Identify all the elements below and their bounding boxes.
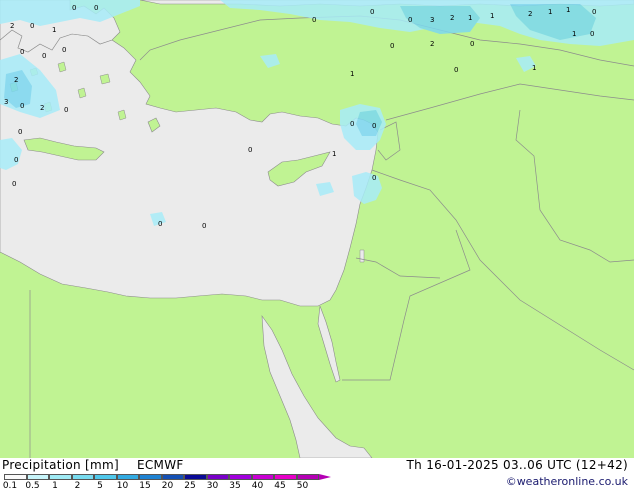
colorbar-segment <box>94 474 117 480</box>
precip-value-label: 1 <box>468 14 472 22</box>
map-canvas: 0 2 0 0 1 0 0 0 3 2 1 0 1 2 1 1 0 0 2 0 0 1 0 1 1 2 0 2 3 0 0 0 0 0 1 0 0 0 0 0… <box>0 0 634 458</box>
precip-value-label: 1 <box>566 6 570 14</box>
precip-value-label: 0 <box>64 106 68 114</box>
precip-value-label: 0 <box>18 128 22 136</box>
precip-value-label: 0 <box>14 156 18 164</box>
precip-value-label: 0 <box>372 174 376 182</box>
forecast-datetime: Th 16-01-2025 03..06 UTC (12+42) <box>406 458 628 472</box>
colorbar-arrow <box>319 474 331 480</box>
precip-value-label: 1 <box>332 150 336 158</box>
precip-value-label: 0 <box>30 22 34 30</box>
precip-value-label: 2 <box>450 14 454 22</box>
colorbar-segment <box>296 474 319 480</box>
precip-value-label: 0 <box>158 220 162 228</box>
credit-link[interactable]: ©weatheronline.co.uk <box>506 475 628 488</box>
precip-value-label: 0 <box>470 40 474 48</box>
precip-value-label: 0 <box>42 52 46 60</box>
precip-value-label: 2 <box>40 104 44 112</box>
precip-value-label: 0 <box>408 16 412 24</box>
precip-value-label: 0 <box>370 8 374 16</box>
precip-value-label: 0 <box>248 146 252 154</box>
dead-sea <box>359 249 365 263</box>
precip-value-label: 0 <box>20 102 24 110</box>
colorbar-segment <box>251 474 274 480</box>
colorbar-segment <box>274 474 297 480</box>
precip-value-label: 3 <box>430 16 434 24</box>
precip-value-label: 0 <box>94 4 98 12</box>
precip-value-label: 2 <box>14 76 18 84</box>
precip-value-label: 0 <box>590 30 594 38</box>
precip-value-label: 1 <box>490 12 494 20</box>
colorbar-segment <box>26 474 49 480</box>
precip-value-label: 1 <box>572 30 576 38</box>
colorbar-segment <box>161 474 184 480</box>
precip-value-label: 0 <box>390 42 394 50</box>
precip-value-label: 1 <box>52 26 56 34</box>
colorbar-segment <box>116 474 139 480</box>
precip-value-label: 0 <box>20 48 24 56</box>
colorbar-segment <box>4 474 27 480</box>
colorbar-segment <box>184 474 207 480</box>
precip-value-label: 2 <box>10 22 14 30</box>
map-footer: Precipitation [mm] ECMWF Th 16-01-2025 0… <box>0 458 634 491</box>
precip-value-label: 0 <box>62 46 66 54</box>
precip-value-label: 1 <box>350 70 354 78</box>
colorbar-segment <box>229 474 252 480</box>
colorbar-segment <box>139 474 162 480</box>
precip-value-label: 2 <box>430 40 434 48</box>
model-name: ECMWF <box>137 458 184 472</box>
colorbar-segment <box>49 474 72 480</box>
precip-value-label: 3 <box>4 98 8 106</box>
precip-value-label: 2 <box>528 10 532 18</box>
colorbar-segment <box>71 474 94 480</box>
precip-value-label: 0 <box>202 222 206 230</box>
precip-value-label: 0 <box>372 122 376 130</box>
weather-map-page: 0 2 0 0 1 0 0 0 3 2 1 0 1 2 1 1 0 0 2 0 0 1 0 1 1 2 0 2 3 0 0 0 0 0 1 0 0 0 0 0… <box>0 0 634 491</box>
colorbar-segment <box>206 474 229 480</box>
precip-value-label: 0 <box>12 180 16 188</box>
precipitation-map[interactable]: 0 2 0 0 1 0 0 0 3 2 1 0 1 2 1 1 0 0 2 0 0 1 0 1 1 2 0 2 3 0 0 0 0 0 1 0 0 0 0 0… <box>0 0 634 458</box>
precip-value-label: 0 <box>350 120 354 128</box>
precip-value-label: 1 <box>548 8 552 16</box>
map-title: Precipitation [mm] <box>2 458 119 472</box>
precip-value-label: 0 <box>592 8 596 16</box>
precip-value-label: 0 <box>72 4 76 12</box>
precip-value-label: 1 <box>532 64 536 72</box>
precip-value-label: 0 <box>312 16 316 24</box>
precip-value-label: 0 <box>454 66 458 74</box>
